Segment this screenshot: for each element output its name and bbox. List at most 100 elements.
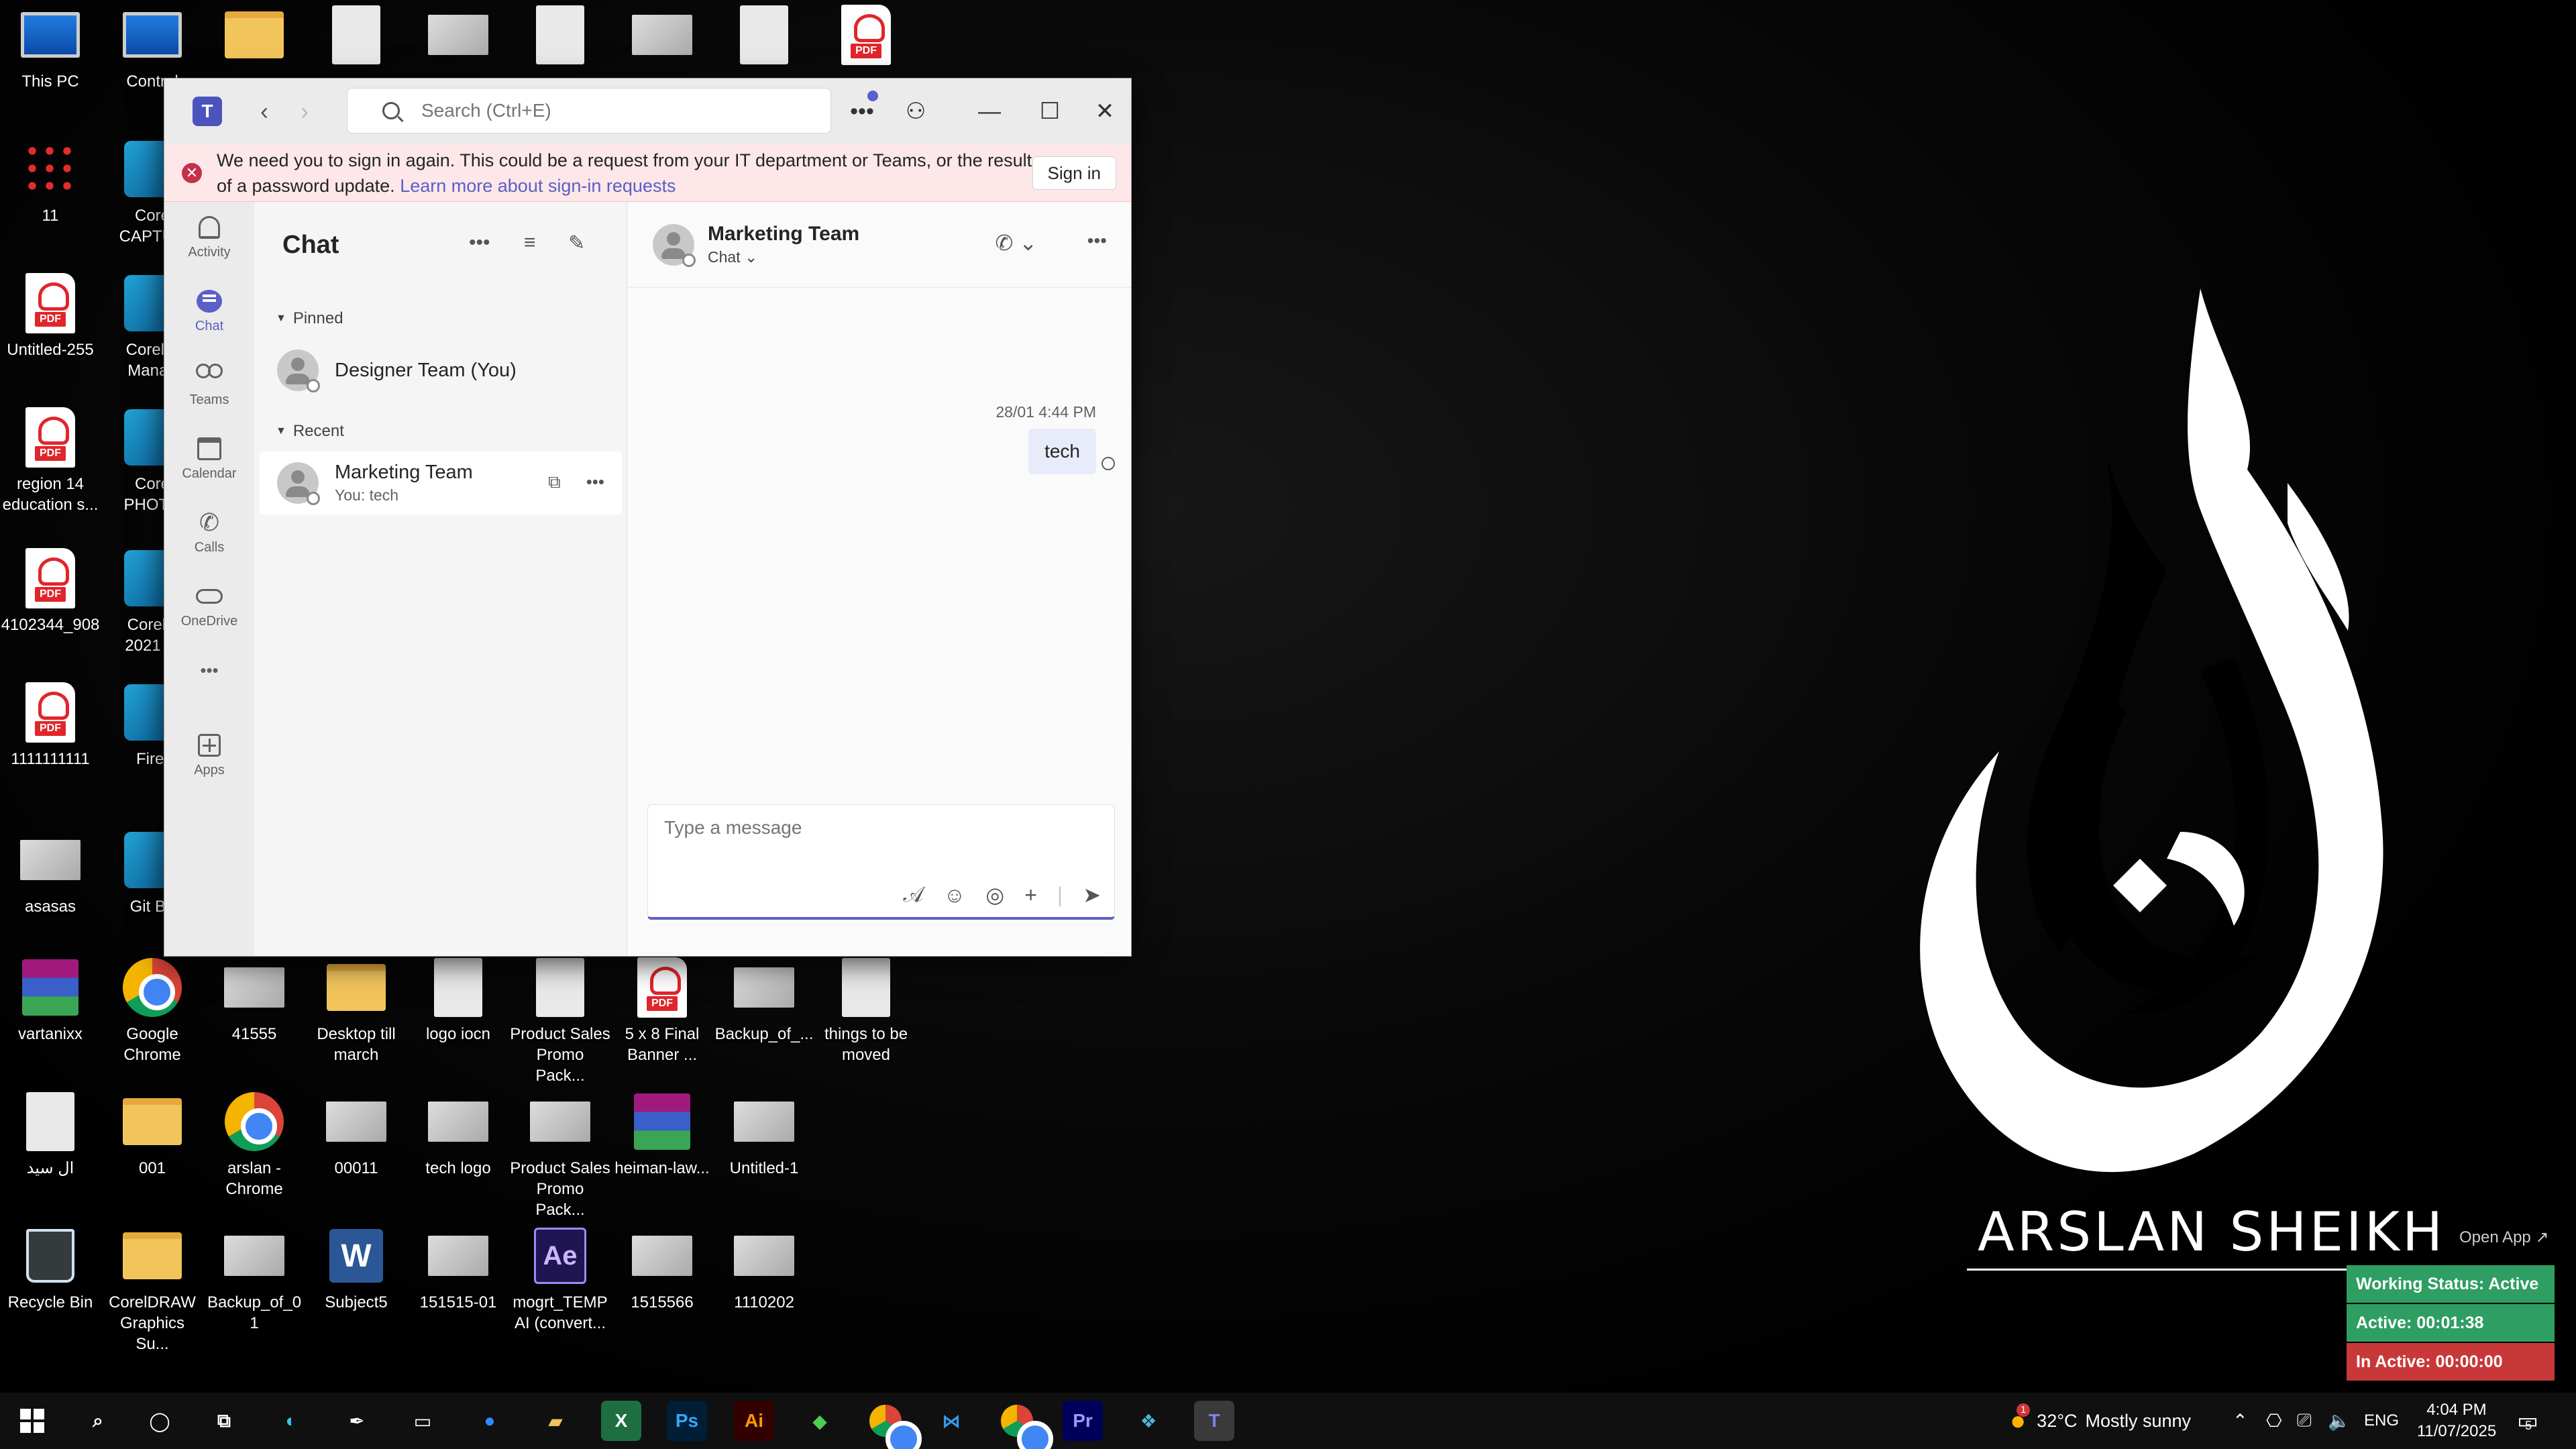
sticker-icon[interactable]: ◎ (985, 882, 1004, 908)
photoshop-icon[interactable]: Ps (667, 1401, 707, 1441)
open-app-link[interactable]: Open App ↗ (2459, 1228, 2549, 1247)
terminal-icon[interactable]: ▭ (402, 1401, 443, 1441)
rail-item-calls[interactable]: ✆ Calls (164, 508, 254, 555)
desktop-icon[interactable]: PDF 5 x 8 Final Banner ... (612, 955, 712, 1065)
desktop-icon[interactable]: 00011 (306, 1089, 407, 1179)
call-button[interactable]: ✆ ⌄ (995, 230, 1037, 256)
desktop-icon[interactable]: Ae mogrt_TEMP AI (convert... (510, 1224, 610, 1334)
file-explorer-icon[interactable]: ▰ (535, 1401, 576, 1441)
excel-icon[interactable]: X (601, 1401, 641, 1441)
language-indicator[interactable]: ENG (2364, 1393, 2399, 1449)
volume-icon[interactable]: 🔈 (2328, 1393, 2351, 1449)
desktop-icon[interactable]: heiman-law... (612, 1089, 712, 1179)
desktop-icon[interactable] (408, 3, 508, 71)
desktop-icon[interactable]: asasas (0, 828, 101, 917)
desktop-icon[interactable]: Product Sales Promo Pack... (510, 955, 610, 1086)
new-chat-icon[interactable]: ✎ (568, 231, 585, 255)
message-bubble[interactable]: tech (1028, 429, 1096, 474)
format-icon[interactable]: 𝒜 (903, 882, 923, 908)
rail-item-teams[interactable]: Teams (164, 360, 254, 408)
meet-icon[interactable]: ⎔ (2266, 1393, 2282, 1449)
recent-section[interactable]: ▼ Recent (276, 422, 344, 441)
send-icon[interactable]: ➤ (1083, 882, 1101, 908)
desktop-icon[interactable]: Backup_of_01 (204, 1224, 305, 1334)
pen-icon[interactable]: ✒ (337, 1401, 377, 1441)
app-icon[interactable]: ❖ (1128, 1401, 1169, 1441)
chat-item-more-icon[interactable]: ••• (586, 472, 604, 493)
rail-item-calendar[interactable]: Calendar (164, 434, 254, 482)
conversation-title[interactable]: Marketing Team (708, 223, 859, 246)
pop-out-icon[interactable]: ⧉ (548, 472, 561, 493)
desktop-icon[interactable] (306, 3, 407, 71)
search-input[interactable] (421, 100, 757, 121)
desktop-icon[interactable] (204, 3, 305, 71)
desktop-icon[interactable]: logo iocn (408, 955, 508, 1044)
minimize-button[interactable]: — (963, 78, 1016, 144)
message-input[interactable] (664, 817, 1040, 857)
pinned-section[interactable]: ▼ Pinned (276, 309, 343, 328)
chat-tab[interactable]: Chat ⌄ (708, 248, 859, 266)
chrome-icon[interactable] (865, 1401, 922, 1449)
desktop-icon[interactable]: 1110202 (714, 1224, 814, 1313)
profile-button[interactable]: ⚇ (896, 78, 936, 144)
desktop-icon[interactable]: 41555 (204, 955, 305, 1044)
desktop-icon[interactable]: This PC (0, 3, 101, 92)
desktop-icon[interactable]: 1515566 (612, 1224, 712, 1313)
desktop-icon[interactable]: ال سيد (0, 1089, 101, 1179)
desktop-icon[interactable]: PDF 1111111111 (0, 680, 101, 769)
cortana-icon[interactable]: ◯ (140, 1401, 180, 1441)
search-icon[interactable]: ⌕ (78, 1401, 118, 1441)
network-icon[interactable]: ⎚ (2297, 1393, 2312, 1449)
desktop-icon[interactable]: PDF Untitled-255 (0, 271, 101, 360)
desktop-icon[interactable] (612, 3, 712, 71)
desktop-icon[interactable]: PDF 4102344_908 (0, 546, 101, 635)
clock[interactable]: 4:04 PM 11/07/2025 (2415, 1393, 2498, 1449)
desktop-icon[interactable]: Recycle Bin (0, 1224, 101, 1313)
premiere-icon[interactable]: Pr (1063, 1401, 1103, 1441)
zoom-icon[interactable]: ● (470, 1401, 510, 1441)
rail-item-activity[interactable]: Activity (164, 213, 254, 260)
desktop-icon[interactable]: Backup_of_... (714, 955, 814, 1044)
attach-icon[interactable]: + (1024, 883, 1037, 908)
desktop-icon[interactable]: 151515-01 (408, 1224, 508, 1313)
emoji-icon[interactable]: ☺ (944, 883, 966, 908)
weather-widget[interactable]: ● 1 32°C Mostly sunny (2010, 1393, 2191, 1449)
more-options-button[interactable]: ••• (842, 78, 882, 144)
illustrator-icon[interactable]: Ai (734, 1401, 774, 1441)
sign-in-button[interactable]: Sign in (1032, 156, 1116, 190)
back-button[interactable]: ‹ (254, 97, 274, 125)
forward-button[interactable]: › (294, 97, 315, 125)
desktop-icon[interactable]: Desktop till march (306, 955, 407, 1065)
rail-item-chat[interactable]: Chat (164, 286, 254, 334)
vscode-icon[interactable]: ⋈ (931, 1401, 971, 1441)
chat-more-icon[interactable]: ••• (469, 231, 490, 254)
coreldraw-icon[interactable]: ◆ (800, 1401, 840, 1441)
windows-start-icon[interactable] (12, 1401, 52, 1441)
chat-item-designer-team[interactable]: Designer Team (You) (260, 339, 622, 402)
desktop-icon[interactable]: Google Chrome (102, 955, 203, 1065)
desktop-icon[interactable]: vartanixx (0, 955, 101, 1044)
rail-item-more[interactable]: ••• (164, 655, 254, 685)
conversation-more-icon[interactable]: ••• (1087, 230, 1107, 252)
desktop-icon[interactable]: Untitled-1 (714, 1089, 814, 1179)
compose-box[interactable]: 𝒜 ☺ ◎ + | ➤ (647, 804, 1115, 920)
edge-icon[interactable]: ◐ (271, 1401, 311, 1441)
desktop-icon[interactable]: CorelDRAW Graphics Su... (102, 1224, 203, 1354)
desktop-icon[interactable]: 001 (102, 1089, 203, 1179)
notification-center[interactable]: ▭ 5 (2517, 1393, 2538, 1449)
filter-icon[interactable]: ≡ (524, 231, 536, 254)
maximize-button[interactable]: ☐ (1023, 78, 1077, 144)
close-button[interactable]: ✕ (1078, 78, 1131, 144)
desktop-icon[interactable]: 11 (0, 137, 101, 226)
desktop-icon[interactable]: PDF (816, 3, 916, 71)
desktop-icon[interactable]: W Subject5 (306, 1224, 407, 1313)
teams-icon[interactable]: T (1194, 1401, 1234, 1441)
chat-item-marketing-team[interactable]: Marketing Team You: tech ⧉ ••• (260, 451, 622, 515)
desktop-icon[interactable] (510, 3, 610, 71)
learn-more-link[interactable]: Learn more about sign-in requests (400, 176, 676, 196)
desktop-icon[interactable] (714, 3, 814, 71)
desktop-icon[interactable]: Product Sales Promo Pack... (510, 1089, 610, 1220)
chrome-profile-icon[interactable] (997, 1401, 1053, 1449)
desktop-icon[interactable]: PDF region 14 education s... (0, 405, 101, 515)
desktop-icon[interactable]: things to be moved (816, 955, 916, 1065)
